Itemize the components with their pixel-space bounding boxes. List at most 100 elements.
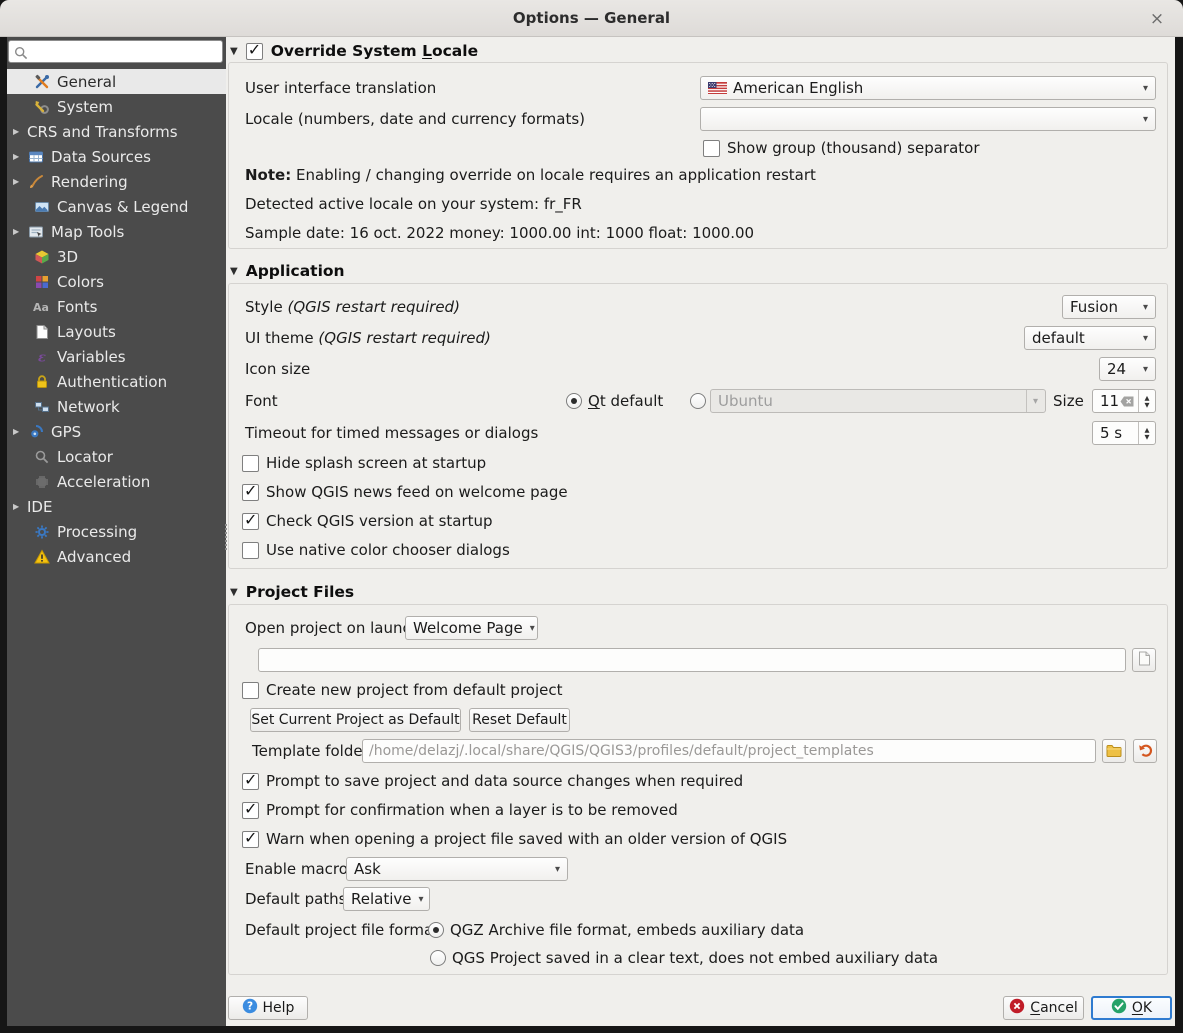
ok-button[interactable]: OK — [1091, 996, 1172, 1020]
sidebar-item-ide[interactable]: ▶ IDE — [7, 494, 226, 519]
application-group-header[interactable]: ▼ Application — [230, 259, 345, 283]
expand-arrow-icon[interactable]: ▶ — [7, 127, 27, 136]
hide-splash-checkbox-row[interactable]: Hide splash screen at startup — [242, 451, 486, 475]
group-separator-checkbox[interactable] — [703, 139, 720, 157]
prompt-remove-layer-checkbox-row[interactable]: Prompt for confirmation when a layer is … — [242, 798, 678, 822]
create-new-project-checkbox[interactable] — [242, 681, 259, 699]
qgz-format-radio[interactable] — [428, 922, 444, 938]
locale-group-checkbox[interactable] — [245, 40, 263, 60]
sidebar-item-acceleration[interactable]: Acceleration — [7, 469, 226, 494]
close-button[interactable]: × — [1145, 7, 1169, 31]
sidebar-item-rendering[interactable]: ▶ Rendering — [7, 169, 226, 194]
chevron-down-icon: ▾ — [1025, 390, 1038, 412]
help-button[interactable]: ? Help — [228, 996, 308, 1020]
sidebar-item-colors[interactable]: Colors — [7, 269, 226, 294]
create-new-project-checkbox-row[interactable]: Create new project from default project — [242, 678, 563, 702]
prompt-save-label: Prompt to save project and data source c… — [266, 772, 744, 790]
sidebar-item-authentication[interactable]: Authentication — [7, 369, 226, 394]
reset-default-button[interactable]: Reset Default — [469, 708, 570, 732]
template-folder-input[interactable] — [362, 739, 1096, 763]
sidebar-search[interactable] — [8, 40, 223, 63]
expand-arrow-icon[interactable]: ▶ — [7, 227, 27, 236]
sidebar-item-gps[interactable]: ▶ GPS — [7, 419, 226, 444]
sidebar-item-system[interactable]: System — [7, 94, 226, 119]
prompt-remove-layer-checkbox[interactable] — [242, 799, 259, 819]
font-qt-default-radio[interactable] — [566, 393, 582, 409]
rendering-icon — [27, 174, 44, 190]
warn-older-version-checkbox[interactable] — [242, 828, 259, 848]
browse-project-button[interactable] — [1132, 648, 1156, 672]
chevron-down-icon: ▾ — [1142, 332, 1148, 344]
clear-value-icon[interactable] — [1120, 396, 1134, 407]
sidebar-item-3d[interactable]: 3D — [7, 244, 226, 269]
hide-splash-checkbox[interactable] — [242, 454, 259, 472]
default-paths-label: Default paths — [245, 890, 347, 908]
ui-theme-select[interactable]: default ▾ — [1024, 326, 1156, 350]
chevron-down-icon: ▾ — [529, 622, 535, 634]
titlebar: Options — General × — [0, 0, 1183, 37]
collapse-triangle-icon[interactable]: ▼ — [230, 587, 238, 598]
search-icon — [14, 45, 28, 64]
warn-older-version-checkbox-row[interactable]: Warn when opening a project file saved w… — [242, 827, 787, 851]
style-label: Style (QGIS restart required) — [245, 298, 460, 316]
sidebar-item-network[interactable]: Network — [7, 394, 226, 419]
sidebar-item-processing[interactable]: Processing — [7, 519, 226, 544]
system-icon — [33, 99, 50, 115]
expand-arrow-icon[interactable]: ▶ — [7, 177, 27, 186]
ui-translation-select[interactable]: American English ▾ — [700, 76, 1156, 100]
search-input[interactable] — [33, 42, 222, 63]
sidebar-item-data-sources[interactable]: ▶ Data Sources — [7, 144, 226, 169]
window-title: Options — General — [512, 9, 671, 27]
expand-arrow-icon[interactable]: ▶ — [7, 152, 27, 161]
open-project-label: Open project on launch — [245, 619, 421, 637]
sidebar-item-locator[interactable]: Locator — [7, 444, 226, 469]
cancel-button[interactable]: Cancel — [1003, 996, 1084, 1020]
news-feed-checkbox-row[interactable]: Show QGIS news feed on welcome page — [242, 480, 568, 504]
sidebar-item-variables[interactable]: ε Variables — [7, 344, 226, 369]
reset-template-folder-button[interactable] — [1133, 739, 1157, 763]
prompt-save-checkbox-row[interactable]: Prompt to save project and data source c… — [242, 769, 743, 793]
native-color-checkbox-row[interactable]: Use native color chooser dialogs — [242, 538, 510, 562]
timeout-spinbox[interactable]: 5 s ▲ ▼ — [1092, 421, 1156, 445]
help-label: Help — [262, 1000, 295, 1016]
spin-arrows[interactable]: ▲ ▼ — [1138, 390, 1155, 412]
enable-macros-select[interactable]: Ask ▾ — [346, 857, 568, 881]
qgs-format-radio[interactable] — [430, 950, 446, 966]
sidebar-item-map-tools[interactable]: ▶ Map Tools — [7, 219, 226, 244]
project-files-group-header[interactable]: ▼ Project Files — [230, 580, 354, 604]
check-version-checkbox[interactable] — [242, 510, 259, 530]
group-separator-checkbox-row[interactable]: Show group (thousand) separator — [703, 136, 980, 160]
warn-older-version-label: Warn when opening a project file saved w… — [266, 830, 788, 848]
collapse-triangle-icon[interactable]: ▼ — [230, 46, 238, 57]
sidebar-item-label: General — [57, 72, 117, 91]
expand-arrow-icon[interactable]: ▶ — [7, 427, 27, 436]
open-project-select[interactable]: Welcome Page ▾ — [405, 616, 538, 640]
locale-group-header[interactable]: ▼ Override System Locale — [230, 39, 478, 63]
native-color-checkbox[interactable] — [242, 541, 259, 559]
sidebar-item-canvas-legend[interactable]: Canvas & Legend — [7, 194, 226, 219]
icon-size-select[interactable]: 24 ▾ — [1099, 357, 1156, 381]
sidebar-item-label: Layouts — [57, 322, 116, 341]
font-size-spinbox[interactable]: 11 ▲ ▼ — [1092, 389, 1156, 413]
default-paths-select[interactable]: Relative ▾ — [343, 887, 430, 911]
cancel-label: Cancel — [1030, 1000, 1078, 1016]
set-default-project-button[interactable]: Set Current Project as Default — [250, 708, 461, 732]
collapse-triangle-icon[interactable]: ▼ — [230, 266, 238, 277]
sidebar-item-general[interactable]: General — [7, 69, 226, 94]
prompt-save-checkbox[interactable] — [242, 770, 259, 790]
font-family-value: Ubuntu — [718, 392, 773, 410]
style-select[interactable]: Fusion ▾ — [1062, 295, 1156, 319]
font-custom-radio[interactable] — [690, 393, 706, 409]
locale-format-select[interactable]: ▾ — [700, 107, 1156, 131]
sidebar-item-crs-and-transforms[interactable]: ▶ CRS and Transforms — [7, 119, 226, 144]
project-path-input[interactable] — [258, 648, 1126, 672]
browse-template-folder-button[interactable] — [1102, 739, 1126, 763]
expand-arrow-icon[interactable]: ▶ — [7, 502, 27, 511]
sidebar-item-layouts[interactable]: Layouts — [7, 319, 226, 344]
spin-arrows[interactable]: ▲ ▼ — [1138, 422, 1155, 444]
news-feed-checkbox[interactable] — [242, 481, 259, 501]
check-version-checkbox-row[interactable]: Check QGIS version at startup — [242, 509, 493, 533]
sidebar-item-fonts[interactable]: Aa Fonts — [7, 294, 226, 319]
panel-splitter-handle[interactable] — [225, 524, 227, 550]
sidebar-item-advanced[interactable]: Advanced — [7, 544, 226, 569]
